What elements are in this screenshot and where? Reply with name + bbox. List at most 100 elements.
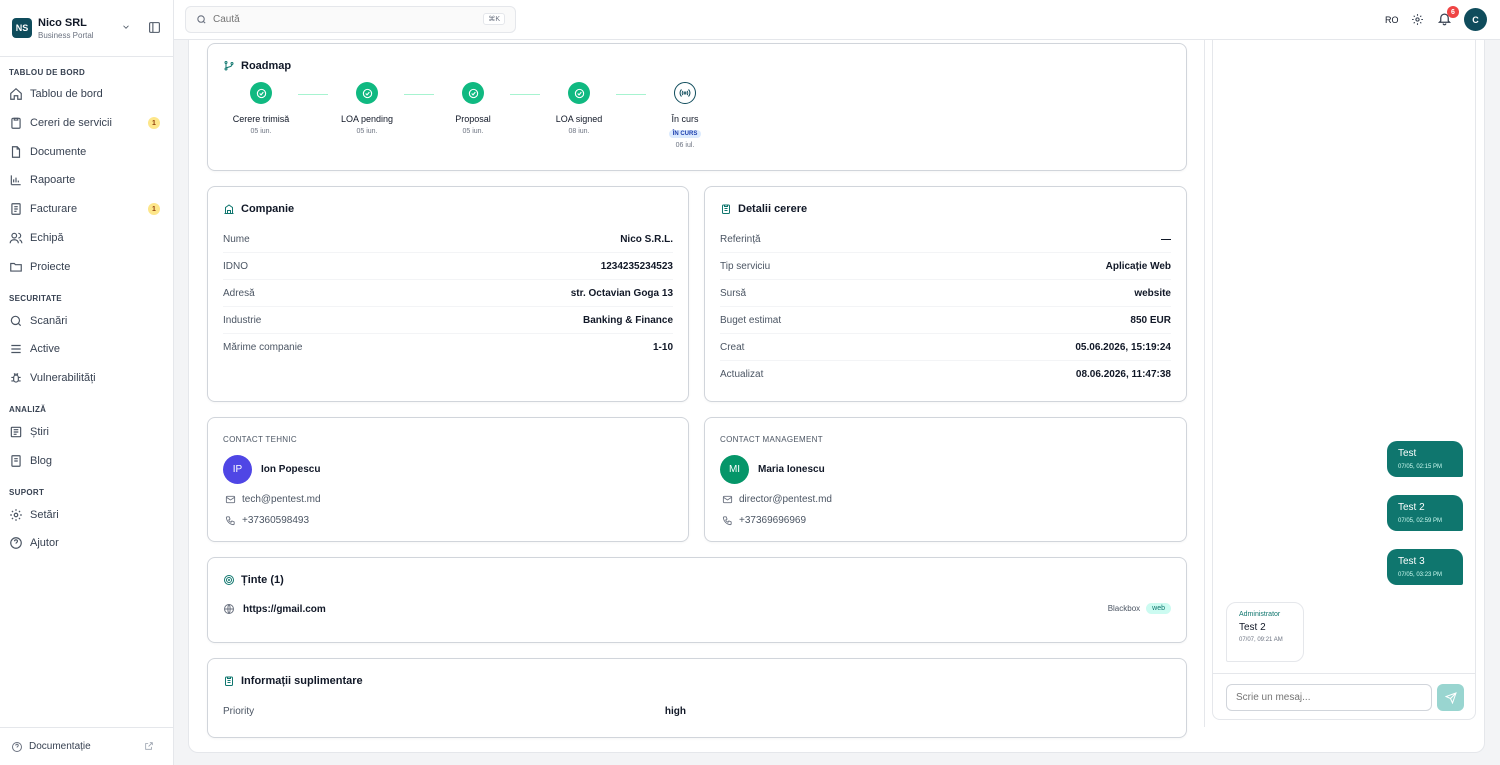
step-date: 08 iun. [568, 128, 590, 135]
sidebar-item-service-requests[interactable]: Cereri de servicii 1 [9, 111, 161, 135]
card-title: Companie [223, 203, 294, 215]
external-link-icon [144, 741, 154, 751]
step-date: 06 iul. [675, 142, 695, 149]
contact-phone[interactable]: +37360598493 [225, 515, 309, 526]
step-date: 05 iun. [250, 128, 272, 135]
sidebar-item-label: Documente [30, 146, 87, 158]
details-row: Sursă website [720, 280, 1171, 307]
chat-divider [1204, 40, 1205, 727]
folder-icon [9, 260, 23, 274]
sidebar-item-vulnerabilities[interactable]: Vulnerabilități [9, 366, 161, 390]
sidebar-item-team[interactable]: Echipă [9, 226, 161, 250]
contact-heading: CONTACT MANAGEMENT [720, 435, 823, 444]
step-label: LOA pending [340, 114, 394, 124]
sidebar-item-label: Blog [30, 455, 53, 467]
sidebar-item-documents[interactable]: Documente [9, 140, 161, 164]
email-text: tech@pentest.md [242, 494, 321, 505]
search-input[interactable] [213, 14, 473, 25]
sidebar-item-news[interactable]: Știri [9, 420, 161, 444]
settings-gear-icon[interactable] [1411, 13, 1424, 26]
target-icon [223, 574, 235, 586]
roadmap-step: Cerere trimisă 05 iun. [211, 82, 311, 135]
phone-text: +37369696969 [739, 515, 807, 526]
user-avatar[interactable]: C [1464, 8, 1487, 31]
target-tag: web [1146, 603, 1171, 614]
sidebar-item-billing[interactable]: Facturare 1 [9, 197, 161, 221]
sidebar-item-scans[interactable]: Scanări [9, 309, 161, 333]
shortcut-hint: ⌘K [483, 13, 505, 25]
notification-count-badge: 6 [1447, 6, 1459, 18]
row-key: Actualizat [720, 369, 764, 380]
documentation-link[interactable]: Documentație [0, 727, 174, 765]
company-row: Mărime companie 1-10 [223, 334, 673, 361]
row-value: 1234235234523 [600, 260, 673, 272]
step-label: Proposal [455, 114, 491, 124]
newspaper-icon [9, 425, 23, 439]
row-key: Mărime companie [223, 342, 303, 353]
card-title: Detalii cerere [720, 203, 807, 215]
sidebar-item-label: Echipă [30, 232, 64, 244]
roadmap-step: Proposal 05 iun. [423, 82, 523, 135]
chat-message-outgoing: Test 3 07/05, 03:23 PM [1387, 549, 1463, 585]
details-row: Buget estimat 850 EUR [720, 307, 1171, 334]
topbar: ⌘K RO 6 C [174, 0, 1500, 40]
chevron-down-icon[interactable] [121, 22, 131, 32]
message-input[interactable] [1226, 684, 1432, 711]
row-key: Adresă [223, 287, 255, 299]
sidebar-item-projects[interactable]: Proiecte [9, 255, 161, 279]
row-value: 1-10 [652, 342, 673, 353]
target-row[interactable]: https://gmail.com Blackbox web [223, 603, 1171, 615]
sidebar-item-blog[interactable]: Blog [9, 449, 161, 473]
sidebar-toggle-icon[interactable] [148, 21, 161, 34]
clipboard-icon [9, 116, 23, 130]
avatar: IP [223, 455, 252, 484]
sidebar-item-dashboard[interactable]: Tablou de bord [9, 82, 161, 106]
sidebar-item-reports[interactable]: Rapoarte [9, 168, 161, 192]
roadmap-step: LOA signed 08 iun. [529, 82, 629, 135]
status-badge: ÎN CURS [668, 130, 702, 138]
brand-logo: NS [12, 18, 32, 38]
step-date: 05 iun. [462, 128, 484, 135]
request-details-title: Detalii cerere [738, 203, 808, 215]
document-icon [9, 145, 23, 159]
step-label: În curs [671, 114, 699, 124]
contact-email[interactable]: director@pentest.md [722, 494, 832, 505]
company-card: Companie Nume Nico S.R.L. IDNO 12342352345… [207, 186, 689, 402]
check-circle-icon [568, 82, 590, 104]
contact-phone[interactable]: +37369696969 [722, 515, 806, 526]
contact-email[interactable]: tech@pentest.md [225, 494, 321, 505]
additional-info-card: Informații suplimentare Priority high [207, 658, 1187, 738]
sidebar-item-label: Ajutor [30, 537, 59, 549]
sidebar-item-assets[interactable]: Active [9, 337, 161, 361]
contact-name: Ion Popescu [261, 464, 321, 475]
sidebar-item-label: Proiecte [30, 261, 71, 273]
language-switcher[interactable]: RO [1385, 15, 1399, 25]
row-key: IDNO [223, 260, 248, 272]
email-text: director@pentest.md [739, 494, 832, 505]
message-time: 07/05, 02:59 PM [1398, 518, 1443, 524]
row-key: Referință [720, 233, 761, 245]
radio-signal-icon [674, 82, 696, 104]
phone-icon [225, 515, 236, 526]
details-row: Tip serviciu Aplicație Web [720, 253, 1171, 280]
chat-message-incoming: Administrator Test 2 07/07, 09:21 AM [1226, 602, 1304, 662]
company-title: Companie [241, 203, 295, 215]
check-circle-icon [356, 82, 378, 104]
sidebar-item-help[interactable]: Ajutor [9, 531, 161, 555]
search-box[interactable]: ⌘K [185, 6, 516, 33]
roadmap-title: Roadmap [241, 60, 292, 72]
company-row: IDNO 1234235234523 [223, 253, 673, 280]
brand-header[interactable]: NS Nico SRL Business Portal [0, 0, 173, 57]
chat-composer [1213, 673, 1475, 719]
row-value: — [1161, 233, 1171, 245]
sidebar-item-settings[interactable]: Setări [9, 503, 161, 527]
send-button[interactable] [1437, 684, 1464, 711]
message-author: Administrator [1239, 611, 1281, 618]
gear-icon [9, 508, 23, 522]
step-label: Cerere trimisă [232, 114, 290, 124]
sidebar-item-label: Scanări [30, 315, 68, 327]
mail-icon [225, 494, 236, 505]
message-text: Test 2 [1239, 622, 1266, 633]
row-value: str. Octavian Goga 13 [570, 287, 673, 299]
sidebar-item-label: Vulnerabilități [30, 372, 96, 384]
